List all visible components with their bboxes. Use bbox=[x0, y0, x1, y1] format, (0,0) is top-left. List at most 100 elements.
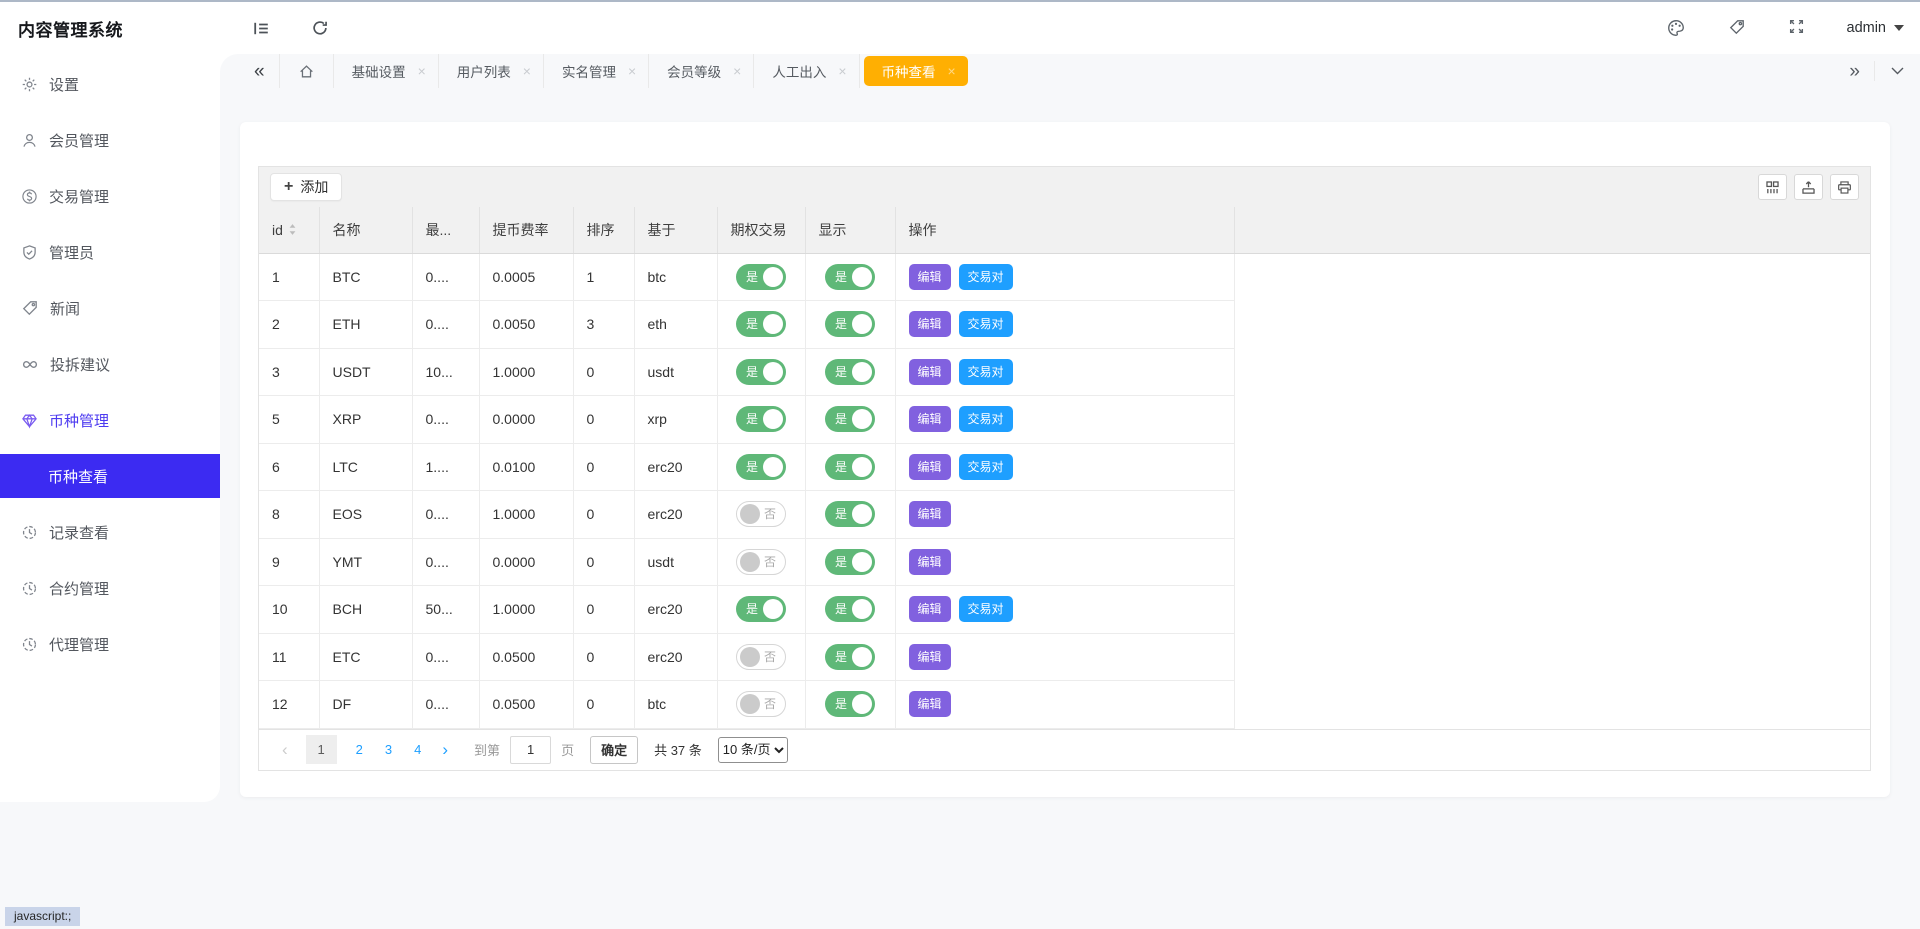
prev-page-button[interactable]: ‹ bbox=[272, 741, 298, 758]
toggle-knob bbox=[852, 694, 872, 714]
edit-button[interactable]: 编辑 bbox=[909, 359, 951, 385]
toggle-knob bbox=[740, 694, 760, 714]
tabs-scroll-right-button[interactable]: » bbox=[1835, 62, 1874, 81]
confirm-button[interactable]: 确定 bbox=[590, 736, 638, 764]
tab-人工出入[interactable]: 人工出入× bbox=[754, 54, 858, 88]
tab-close-icon[interactable]: × bbox=[733, 64, 741, 78]
sort-icon[interactable] bbox=[288, 223, 297, 236]
toggle-on[interactable]: 是 bbox=[825, 549, 875, 575]
sidebar-item-合约管理[interactable]: 合约管理 bbox=[0, 560, 220, 616]
toggle-on[interactable]: 是 bbox=[825, 406, 875, 432]
palette-button[interactable] bbox=[1666, 18, 1686, 38]
toggle-on[interactable]: 是 bbox=[736, 264, 786, 290]
tab-close-icon[interactable]: × bbox=[418, 64, 426, 78]
page-unit-label: 页 bbox=[561, 740, 574, 759]
tab-用户列表[interactable]: 用户列表× bbox=[439, 54, 543, 88]
toggle-on[interactable]: 是 bbox=[825, 311, 875, 337]
sidebar-item-会员管理[interactable]: 会员管理 bbox=[0, 112, 220, 168]
edit-button[interactable]: 编辑 bbox=[909, 406, 951, 432]
user-menu[interactable]: admin bbox=[1847, 20, 1905, 36]
tabbar: « 基础设置×用户列表×实名管理×会员等级×人工出入×币种查看× » bbox=[220, 54, 1920, 88]
sidebar-item-交易管理[interactable]: 交易管理 bbox=[0, 168, 220, 224]
toggle-on[interactable]: 是 bbox=[825, 359, 875, 385]
toggle-on[interactable]: 是 bbox=[736, 454, 786, 480]
toggle-on[interactable]: 是 bbox=[825, 596, 875, 622]
tab-menu-button[interactable] bbox=[1875, 67, 1920, 75]
toggle-on[interactable]: 是 bbox=[736, 406, 786, 432]
export-button[interactable] bbox=[1794, 174, 1823, 200]
edit-button[interactable]: 编辑 bbox=[909, 691, 951, 717]
edit-button[interactable]: 编辑 bbox=[909, 549, 951, 575]
tab-close-icon[interactable]: × bbox=[628, 64, 636, 78]
toggle-on[interactable]: 是 bbox=[825, 501, 875, 527]
tab-close-icon[interactable]: × bbox=[523, 64, 531, 78]
columns-button[interactable] bbox=[1758, 174, 1787, 200]
page-size-select[interactable]: 10 条/页 bbox=[718, 737, 788, 763]
pagination: ‹ 1234 › 到第 页 确定 共 37 条 10 条/页 bbox=[259, 729, 1870, 770]
trading-pair-button[interactable]: 交易对 bbox=[959, 264, 1013, 290]
page-link[interactable]: 2 bbox=[345, 742, 374, 757]
toggle-on[interactable]: 是 bbox=[736, 596, 786, 622]
edit-button[interactable]: 编辑 bbox=[909, 264, 951, 290]
fullscreen-button[interactable] bbox=[1788, 18, 1805, 38]
column-header-id[interactable]: id bbox=[259, 207, 319, 253]
toggle-off[interactable]: 否 bbox=[736, 501, 786, 527]
tab-基础设置[interactable]: 基础设置× bbox=[334, 54, 438, 88]
trading-pair-button[interactable]: 交易对 bbox=[959, 311, 1013, 337]
column-header-最...: 最... bbox=[412, 207, 479, 253]
trading-pair-button[interactable]: 交易对 bbox=[959, 454, 1013, 480]
sidebar-subitem-币种查看[interactable]: 币种查看 bbox=[0, 454, 220, 498]
tab-close-icon[interactable]: × bbox=[948, 64, 956, 78]
edit-button[interactable]: 编辑 bbox=[909, 454, 951, 480]
sidebar-item-投拆建议[interactable]: 投拆建议 bbox=[0, 336, 220, 392]
column-header-提币费率: 提币费率 bbox=[479, 207, 573, 253]
toggle-off[interactable]: 否 bbox=[736, 691, 786, 717]
add-button[interactable]: + 添加 bbox=[270, 173, 342, 201]
toggle-knob bbox=[852, 409, 872, 429]
goto-page-input[interactable] bbox=[510, 736, 551, 764]
tag-button[interactable] bbox=[1728, 18, 1746, 38]
print-button[interactable] bbox=[1830, 174, 1859, 200]
sidebar-item-币种管理[interactable]: 币种管理 bbox=[0, 392, 220, 448]
home-tab[interactable] bbox=[280, 54, 333, 88]
toggle-on[interactable]: 是 bbox=[825, 644, 875, 670]
edit-button[interactable]: 编辑 bbox=[909, 644, 951, 670]
tab-币种查看[interactable]: 币种查看× bbox=[864, 56, 968, 86]
sidebar-item-代理管理[interactable]: 代理管理 bbox=[0, 616, 220, 672]
edit-button[interactable]: 编辑 bbox=[909, 311, 951, 337]
sidebar-item-设置[interactable]: 设置 bbox=[0, 56, 220, 112]
toggle-on[interactable]: 是 bbox=[736, 359, 786, 385]
page-link[interactable]: 3 bbox=[374, 742, 403, 757]
toggle-on[interactable]: 是 bbox=[825, 691, 875, 717]
page-current[interactable]: 1 bbox=[306, 735, 337, 764]
edit-button[interactable]: 编辑 bbox=[909, 501, 951, 527]
trading-pair-button[interactable]: 交易对 bbox=[959, 596, 1013, 622]
next-page-button[interactable]: › bbox=[432, 741, 458, 758]
edit-button[interactable]: 编辑 bbox=[909, 596, 951, 622]
trading-pair-button[interactable]: 交易对 bbox=[959, 359, 1013, 385]
menu-fold-button[interactable] bbox=[252, 19, 271, 38]
toggle-knob bbox=[740, 504, 760, 524]
toggle-off[interactable]: 否 bbox=[736, 549, 786, 575]
toggle-on[interactable]: 是 bbox=[825, 264, 875, 290]
tab-会员等级[interactable]: 会员等级× bbox=[649, 54, 753, 88]
toggle-on[interactable]: 是 bbox=[825, 454, 875, 480]
table-row: 3USDT10...1.00000usdt是是编辑交易对 bbox=[259, 348, 1870, 396]
sidebar-item-新闻[interactable]: 新闻 bbox=[0, 280, 220, 336]
tabs-scroll-left-button[interactable]: « bbox=[240, 62, 279, 81]
tab-close-icon[interactable]: × bbox=[838, 64, 846, 78]
trading-pair-button[interactable]: 交易对 bbox=[959, 406, 1013, 432]
refresh-button[interactable] bbox=[311, 19, 329, 37]
page-list: 1234 bbox=[298, 735, 433, 764]
sidebar-item-管理员[interactable]: 管理员 bbox=[0, 224, 220, 280]
tab-实名管理[interactable]: 实名管理× bbox=[544, 54, 648, 88]
table-header-row: id名称最...提币费率排序基于期权交易显示操作 bbox=[259, 207, 1870, 253]
toggle-off[interactable]: 否 bbox=[736, 644, 786, 670]
goto-label: 到第 bbox=[474, 740, 500, 759]
toggle-on[interactable]: 是 bbox=[736, 311, 786, 337]
refresh-icon bbox=[311, 19, 329, 37]
page-link[interactable]: 4 bbox=[403, 742, 432, 757]
tabbar-right: » bbox=[1835, 54, 1920, 88]
sidebar-item-记录查看[interactable]: 记录查看 bbox=[0, 504, 220, 560]
user-icon bbox=[21, 132, 38, 149]
